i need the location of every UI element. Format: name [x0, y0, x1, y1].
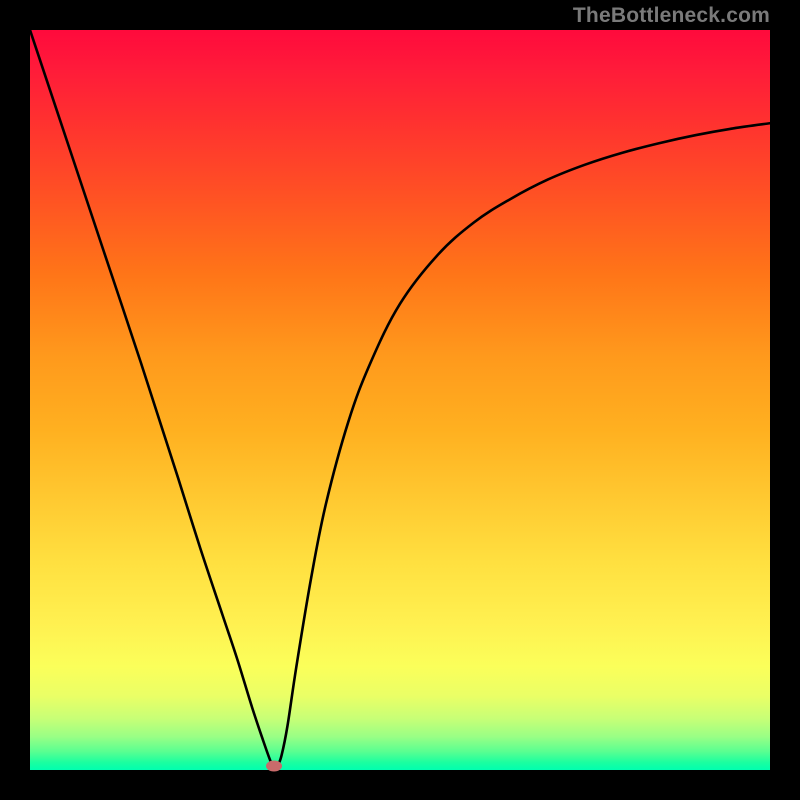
chart-frame: TheBottleneck.com	[0, 0, 800, 800]
watermark-text: TheBottleneck.com	[573, 4, 770, 28]
bottleneck-curve	[30, 30, 770, 768]
minimum-marker	[266, 761, 282, 772]
curve-svg	[30, 30, 770, 770]
plot-area	[30, 30, 770, 770]
